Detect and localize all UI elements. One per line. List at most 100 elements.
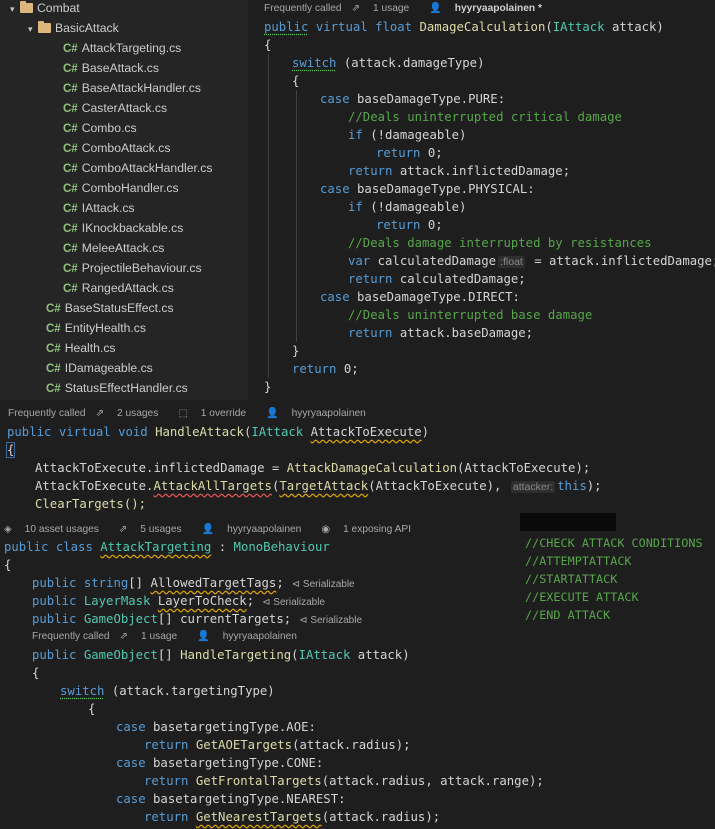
code-line: AttackToExecute.AttackAllTargets(TargetA… bbox=[35, 479, 602, 493]
code-line: } bbox=[292, 344, 300, 358]
file-item[interactable]: C# BaseAttackHandler.cs bbox=[63, 78, 201, 98]
file-item[interactable]: C# Health.cs bbox=[46, 338, 116, 358]
file-item[interactable]: C# BaseStatusEffect.cs bbox=[46, 298, 174, 318]
file-label: AttackTargeting.cs bbox=[81, 41, 182, 55]
codelens[interactable]: ◈ 10 asset usages ⇗ 5 usages 👤 hyyryaapola… bbox=[4, 522, 431, 538]
file-label: MeleeAttack.cs bbox=[81, 241, 165, 255]
code-line: var calculatedDamage:float = attack.infl… bbox=[348, 254, 715, 268]
code-line: case basetargetingType.NEAREST: bbox=[116, 792, 346, 806]
usage-count[interactable]: 1 usage bbox=[141, 631, 177, 642]
code-line: return 0; bbox=[292, 362, 359, 376]
file-item[interactable]: C# IDamageable.cs bbox=[46, 358, 153, 378]
code-line: public string[] AllowedTargetTags; ⊲ Seri… bbox=[32, 576, 355, 590]
frequently-called-label: Frequently called bbox=[264, 3, 342, 14]
file-label: ComboAttack.cs bbox=[81, 141, 171, 155]
csharp-file-icon: C# bbox=[63, 263, 78, 275]
file-item[interactable]: C# BaseAttack.cs bbox=[63, 58, 159, 78]
redacted-box bbox=[520, 513, 616, 531]
file-label: StatusEffectHandler.cs bbox=[64, 381, 188, 395]
author-icon: 👤 bbox=[201, 524, 218, 535]
code-line: public LayerMask LayerToCheck; ⊲ Serializ… bbox=[32, 594, 325, 608]
code-line: ClearTargets(); bbox=[35, 497, 147, 511]
code-line: switch (attack.damageType) bbox=[292, 56, 485, 70]
file-item[interactable]: C# AttackTargeting.cs bbox=[63, 38, 181, 58]
folder-icon bbox=[20, 1, 33, 13]
serializable-hint: ⊲ Serializable bbox=[299, 615, 363, 626]
note-line: //STARTATTACK bbox=[525, 572, 618, 586]
code-line: case basetargetingType.CONE: bbox=[116, 756, 324, 770]
csharp-file-icon: C# bbox=[63, 163, 78, 175]
usage-icon: ⇗ bbox=[95, 408, 107, 419]
author-icon: 👤 bbox=[266, 408, 282, 419]
frequently-called-label: Frequently called bbox=[32, 631, 110, 642]
file-item[interactable]: C# ComboAttackHandler.cs bbox=[63, 158, 212, 178]
file-item[interactable]: C# Combo.cs bbox=[63, 118, 137, 138]
override-icon: ⬚ bbox=[178, 408, 191, 419]
author-label: hyyryaapolainen bbox=[222, 631, 297, 642]
file-item[interactable]: C# ComboHandler.cs bbox=[63, 178, 179, 198]
file-item[interactable]: C# ComboAttack.cs bbox=[63, 138, 170, 158]
file-item[interactable]: C# StatusEffectHandler.cs bbox=[46, 378, 188, 398]
folder-icon bbox=[38, 21, 51, 33]
serializable-hint: ⊲ Serializable bbox=[291, 579, 355, 590]
exposing-api[interactable]: 1 exposing API bbox=[343, 524, 411, 535]
csharp-file-icon: C# bbox=[63, 63, 78, 75]
folder-basicattack[interactable]: ▾ BasicAttack bbox=[28, 18, 119, 38]
usage-count[interactable]: 2 usages bbox=[117, 408, 158, 419]
asset-usages[interactable]: 10 asset usages bbox=[25, 524, 99, 535]
csharp-file-icon: C# bbox=[46, 303, 61, 315]
author-label: hyyryaapolainen bbox=[227, 524, 302, 535]
file-item[interactable]: C# CasterAttack.cs bbox=[63, 98, 167, 118]
usage-count[interactable]: 5 usages bbox=[140, 524, 181, 535]
code-panel-handle-attack: Frequently called ⇗ 2 usages ⬚ 1 override 👤… bbox=[0, 404, 715, 514]
csharp-file-icon: C# bbox=[63, 43, 78, 55]
usage-count[interactable]: 1 usage bbox=[373, 3, 409, 14]
author-label: hyyryaapolainen * bbox=[454, 3, 542, 14]
unity-icon: ◈ bbox=[4, 524, 15, 535]
codelens[interactable]: Frequently called ⇗ 2 usages ⬚ 1 override 👤… bbox=[8, 406, 386, 422]
note-line: //END ATTACK bbox=[525, 608, 611, 622]
file-label: BaseAttackHandler.cs bbox=[81, 81, 201, 95]
code-comment: //Deals damage interrupted by resistance… bbox=[348, 236, 652, 250]
code-line: { bbox=[88, 702, 96, 716]
code-line: case baseDamageType.DIRECT: bbox=[320, 290, 520, 304]
csharp-file-icon: C# bbox=[63, 103, 78, 115]
usage-icon: ⇗ bbox=[118, 524, 131, 535]
file-label: ComboHandler.cs bbox=[81, 181, 179, 195]
file-label: IDamageable.cs bbox=[64, 361, 153, 375]
csharp-file-icon: C# bbox=[63, 83, 78, 95]
file-item[interactable]: C# RangedAttack.cs bbox=[63, 278, 174, 298]
api-icon: ◉ bbox=[321, 524, 334, 535]
code-line: } bbox=[264, 380, 272, 394]
code-line: case basetargetingType.AOE: bbox=[116, 720, 316, 734]
author-icon: 👤 bbox=[429, 3, 445, 14]
code-line: { bbox=[264, 38, 272, 52]
file-label: Combo.cs bbox=[81, 121, 137, 135]
file-label: RangedAttack.cs bbox=[81, 281, 174, 295]
chevron-down-icon[interactable]: ▾ bbox=[10, 0, 20, 19]
file-item[interactable]: C# IAttack.cs bbox=[63, 198, 135, 218]
file-item[interactable]: C# MeleeAttack.cs bbox=[63, 238, 164, 258]
code-line: { bbox=[32, 666, 40, 680]
code-panel-damage-calculation: Frequently called ⇗ 1 usage 👤 hyyryaapolai… bbox=[248, 0, 715, 400]
file-label: Health.cs bbox=[64, 341, 116, 355]
file-label: IKnockbackable.cs bbox=[81, 221, 184, 235]
csharp-file-icon: C# bbox=[63, 183, 78, 195]
code-comment: //Deals uninterrupted base damage bbox=[348, 308, 593, 322]
code-line: public virtual float DamageCalculation(I… bbox=[264, 20, 664, 34]
file-item[interactable]: C# EntityHealth.cs bbox=[46, 318, 146, 338]
code-line: { bbox=[5, 442, 16, 458]
file-label: IAttack.cs bbox=[81, 201, 135, 215]
solution-explorer: ▾ Combat ▾ BasicAttack C# AttackTargeting.c… bbox=[0, 0, 248, 400]
csharp-file-icon: C# bbox=[46, 383, 61, 395]
folder-combat[interactable]: ▾ Combat bbox=[10, 0, 80, 18]
override-count[interactable]: 1 override bbox=[201, 408, 246, 419]
note-line: //CHECK ATTACK CONDITIONS bbox=[525, 536, 703, 550]
chevron-down-icon[interactable]: ▾ bbox=[28, 19, 38, 39]
csharp-file-icon: C# bbox=[46, 363, 61, 375]
codelens[interactable]: Frequently called ⇗ 1 usage 👤 hyyryaapolai… bbox=[264, 1, 552, 17]
code-line: return attack.inflictedDamage; bbox=[348, 164, 571, 178]
codelens[interactable]: Frequently called ⇗ 1 usage 👤 hyyryaapolai… bbox=[32, 629, 317, 645]
file-item[interactable]: C# ProjectileBehaviour.cs bbox=[63, 258, 202, 278]
file-item[interactable]: C# IKnockbackable.cs bbox=[63, 218, 183, 238]
